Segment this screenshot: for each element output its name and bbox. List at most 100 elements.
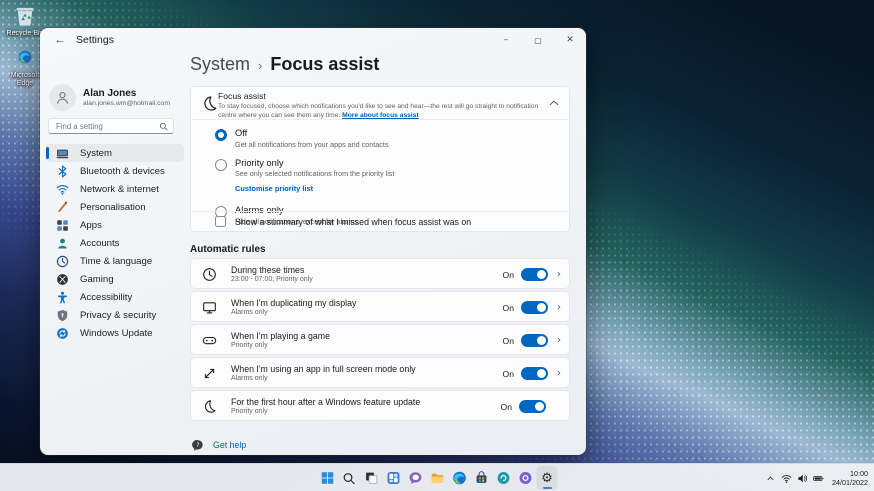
page-title: Focus assist xyxy=(270,53,380,74)
sidebar-item-system[interactable]: System xyxy=(46,144,184,162)
clock[interactable]: 10:00 24/01/2022 xyxy=(832,469,868,487)
rule-card[interactable]: During these times 23:00 - 07:00; Priorit… xyxy=(190,258,570,289)
rule-card[interactable]: When I'm playing a game Priority only On › xyxy=(190,324,570,355)
widgets-icon xyxy=(386,471,401,486)
sidebar-item-accounts[interactable]: Accounts xyxy=(46,234,184,252)
focus-assist-header[interactable]: Focus assist To stay focused, choose whi… xyxy=(191,87,569,120)
maximize-button[interactable]: ▢ xyxy=(522,28,554,52)
radio-button[interactable] xyxy=(215,158,227,171)
volume-icon[interactable] xyxy=(797,473,808,484)
sidebar-item-label: Gaming xyxy=(80,273,114,285)
toggle-switch[interactable] xyxy=(521,334,548,347)
toggle-state-label: On xyxy=(502,269,514,280)
chevron-right-icon[interactable]: › xyxy=(555,269,561,280)
sidebar-item-privacy-security[interactable]: Privacy & security xyxy=(46,306,184,324)
get-help[interactable]: ? Get help xyxy=(192,439,246,451)
more-about-focus-assist-link[interactable]: More about focus assist xyxy=(342,112,419,119)
rule-card[interactable]: When I'm duplicating my display Alarms on… xyxy=(190,291,570,322)
radio-option-off[interactable]: Off Get all notifications from your apps … xyxy=(191,123,569,153)
minimize-button[interactable]: – xyxy=(490,28,522,52)
window-controls: – ▢ ✕ xyxy=(490,28,586,52)
recycle-bin-icon xyxy=(12,2,38,28)
sidebar-item-windows-update[interactable]: Windows Update xyxy=(46,324,184,342)
automatic-rules-list: During these times 23:00 - 07:00; Priorit… xyxy=(190,258,570,423)
sidebar-item-apps[interactable]: Apps xyxy=(46,216,184,234)
rule-title: When I'm playing a game xyxy=(231,331,330,341)
sidebar-item-label: Time & language xyxy=(80,255,153,267)
rule-controls: On › xyxy=(503,358,561,389)
radio-button[interactable] xyxy=(215,129,227,141)
sidebar-item-label: Windows Update xyxy=(80,327,153,339)
chevron-right-icon[interactable]: › xyxy=(555,335,561,346)
clock-icon xyxy=(202,267,217,282)
wifi-icon[interactable] xyxy=(781,473,792,484)
rule-card[interactable]: When I'm using an app in full screen mod… xyxy=(190,357,570,388)
taskbar-file-explorer-button[interactable] xyxy=(427,466,448,490)
close-button[interactable]: ✕ xyxy=(554,28,586,52)
edge-icon xyxy=(12,44,38,70)
sidebar-item-label: Bluetooth & devices xyxy=(80,165,165,177)
toggle-switch[interactable] xyxy=(521,268,548,281)
taskbar-purple-app-button[interactable] xyxy=(515,466,536,490)
breadcrumb: System › Focus assist xyxy=(190,52,379,76)
back-button[interactable]: ← xyxy=(52,34,68,46)
toggle-switch[interactable] xyxy=(519,400,546,413)
sidebar-item-label: System xyxy=(80,147,112,159)
user-profile[interactable]: Alan Jones alan.jones.wm@hotmail.com xyxy=(49,84,170,111)
taskbar-settings-button[interactable]: ⚙ xyxy=(536,466,558,490)
battery-icon[interactable] xyxy=(813,473,824,484)
system-icon xyxy=(56,147,69,160)
active-app-indicator xyxy=(542,486,552,489)
breadcrumb-parent[interactable]: System xyxy=(190,54,250,75)
breadcrumb-separator-icon: › xyxy=(258,57,263,73)
purple-app-icon xyxy=(518,471,533,486)
option-text: Priority only See only selected notificat… xyxy=(235,158,394,197)
moon-icon xyxy=(202,399,217,414)
search-box[interactable] xyxy=(48,118,174,134)
get-help-link[interactable]: Get help xyxy=(213,440,246,450)
toggle-switch[interactable] xyxy=(521,367,548,380)
gamepad-icon xyxy=(202,333,217,348)
user-name: Alan Jones xyxy=(83,88,137,99)
sidebar-item-personalisation[interactable]: Personalisation xyxy=(46,198,184,216)
sidebar-item-accessibility[interactable]: Accessibility xyxy=(46,288,184,306)
tray-chevron-up-icon[interactable] xyxy=(765,473,776,484)
search-input[interactable] xyxy=(54,120,159,132)
taskbar-chat-button[interactable] xyxy=(405,466,426,490)
option-description: Get all notifications from your apps and… xyxy=(235,139,389,149)
taskbar-search-button[interactable] xyxy=(339,466,360,490)
rule-title: When I'm using an app in full screen mod… xyxy=(231,364,416,374)
chevron-up-icon[interactable] xyxy=(549,99,559,107)
sidebar-item-bluetooth-devices[interactable]: Bluetooth & devices xyxy=(46,162,184,180)
sidebar-item-network-internet[interactable]: Network & internet xyxy=(46,180,184,198)
sidebar-item-label: Accounts xyxy=(80,237,120,249)
taskbar-start-button[interactable] xyxy=(317,466,338,490)
summary-checkbox-row[interactable]: Show a summary of what I missed when foc… xyxy=(191,211,569,231)
chevron-right-icon[interactable]: › xyxy=(555,302,561,313)
taskbar-teal-app-button[interactable] xyxy=(493,466,514,490)
file-explorer-icon xyxy=(430,471,445,486)
sidebar-item-gaming[interactable]: Gaming xyxy=(46,270,184,288)
focus-assist-description: To stay focused, choose which notificati… xyxy=(218,103,539,120)
taskbar-store-button[interactable] xyxy=(471,466,492,490)
toggle-switch[interactable] xyxy=(521,301,548,314)
rule-title: When I'm duplicating my display xyxy=(231,298,357,308)
chevron-right-icon[interactable]: › xyxy=(555,368,561,379)
titlebar: ← Settings – ▢ ✕ xyxy=(40,28,586,52)
rule-controls: On › xyxy=(503,292,561,323)
sidebar-item-label: Network & internet xyxy=(80,183,159,195)
rule-controls: On › xyxy=(503,325,561,356)
summary-checkbox-label: Show a summary of what I missed when foc… xyxy=(235,216,472,227)
customise-priority-link[interactable]: Customise priority list xyxy=(235,184,313,193)
sidebar-item-time-language[interactable]: Time & language xyxy=(46,252,184,270)
taskbar-widgets-button[interactable] xyxy=(383,466,404,490)
taskbar-task-view-button[interactable] xyxy=(361,466,382,490)
rule-title: During these times xyxy=(231,265,305,275)
radio-option-priority-only[interactable]: Priority only See only selected notificat… xyxy=(191,153,569,201)
store-icon xyxy=(474,471,489,486)
search-icon xyxy=(342,471,357,486)
taskbar-edge-button[interactable] xyxy=(449,466,470,490)
rule-card[interactable]: For the first hour after a Windows featu… xyxy=(190,390,570,421)
sidebar: Alan Jones alan.jones.wm@hotmail.com Sys… xyxy=(40,52,190,455)
summary-checkbox[interactable] xyxy=(215,216,226,227)
